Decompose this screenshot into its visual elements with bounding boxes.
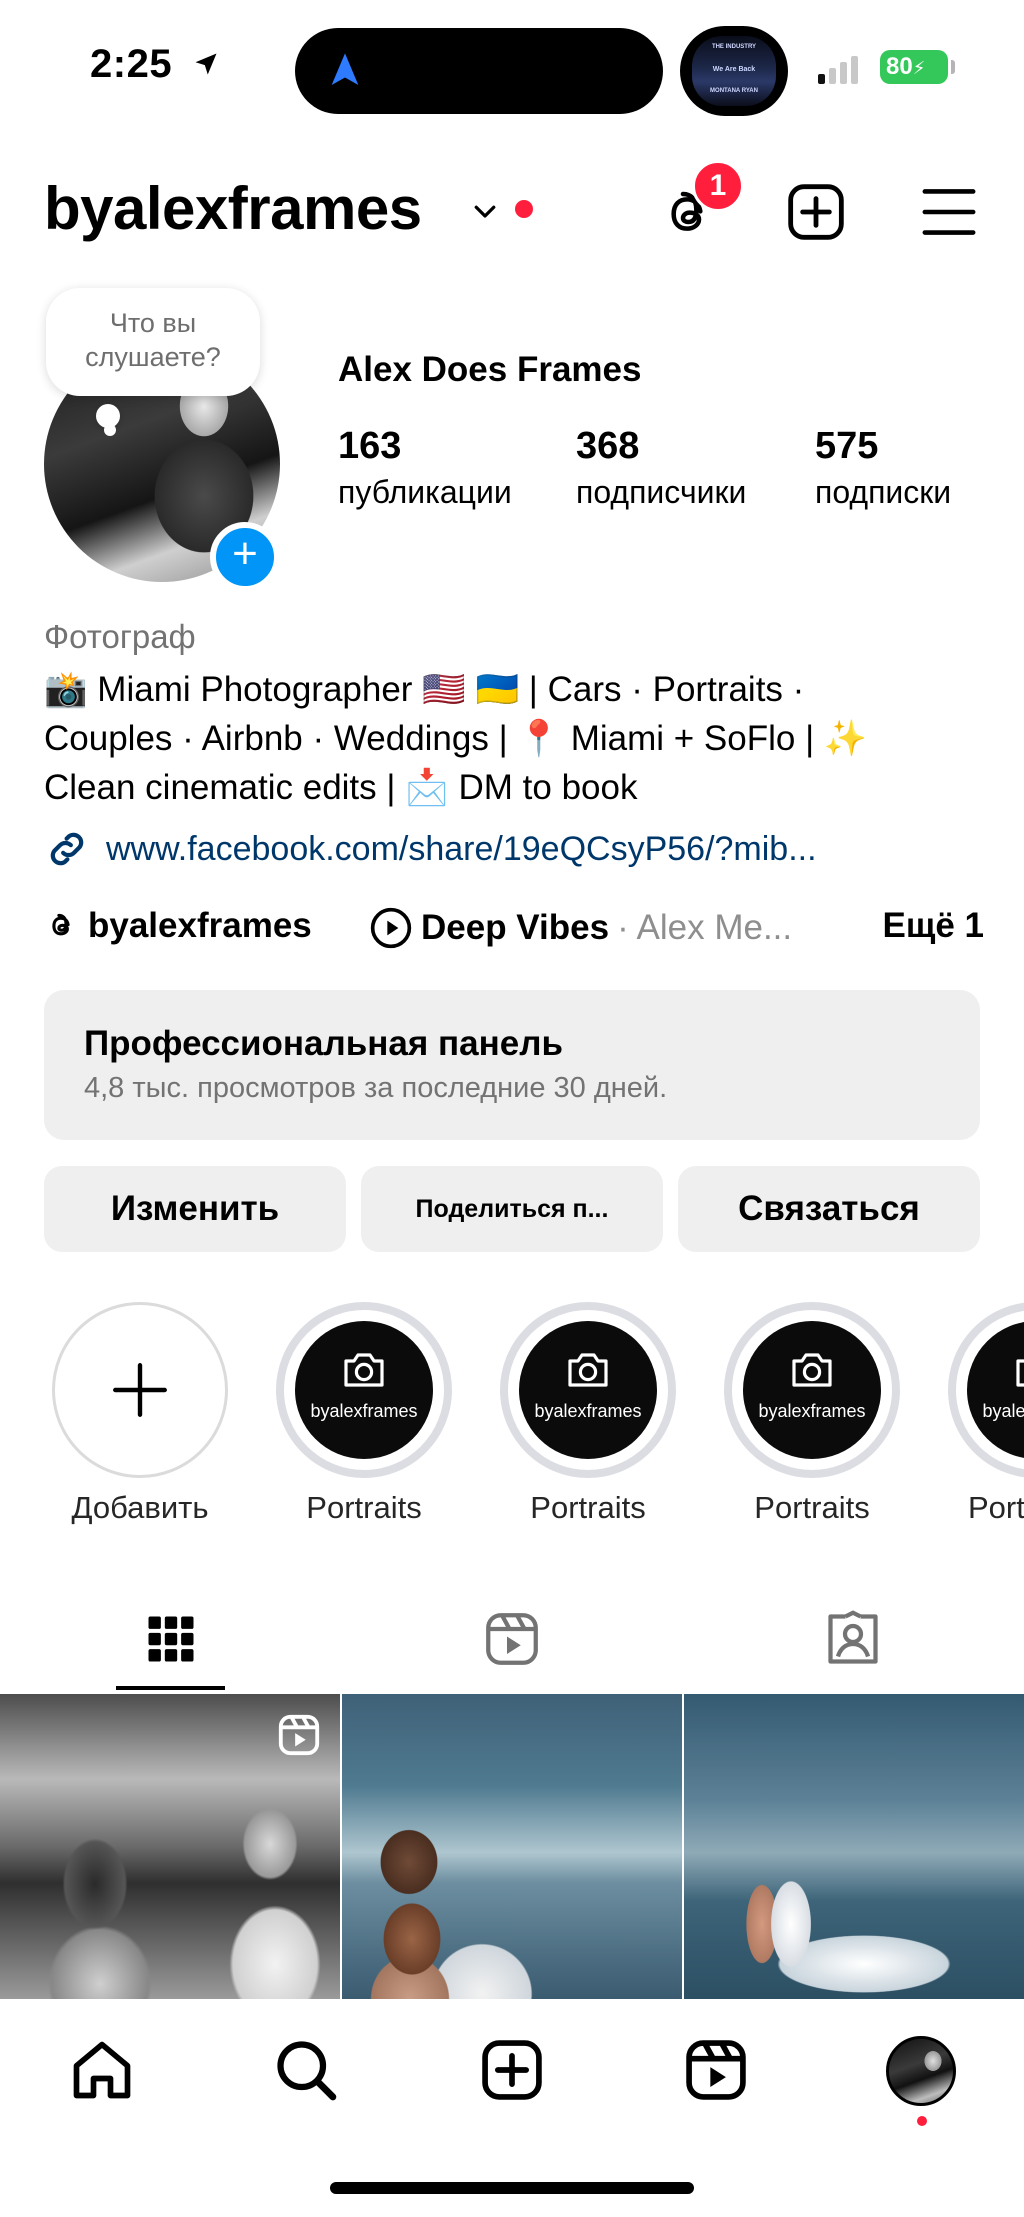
camera-icon xyxy=(568,1353,608,1387)
more-links-button[interactable]: Ещё 1 xyxy=(882,906,984,946)
threads-notification-badge: 1 xyxy=(692,160,744,212)
plus-icon xyxy=(113,1363,167,1417)
threads-icon xyxy=(52,913,70,936)
reels-icon[interactable] xyxy=(682,2036,750,2104)
post-thumbnail[interactable] xyxy=(684,1694,1024,1999)
status-bar: 2:25 THE INDUSTRY We Are Back MONTANA RY… xyxy=(0,0,1024,140)
dashboard-subtitle: 4,8 тыс. просмотров за последние 30 дней… xyxy=(84,1072,668,1104)
highlight-cover-text: byalexframes xyxy=(310,1401,418,1421)
search-icon[interactable] xyxy=(272,2036,340,2104)
camera-icon xyxy=(1016,1359,1024,1387)
profile-notification-dot xyxy=(917,2116,927,2126)
home-icon[interactable] xyxy=(68,2036,136,2104)
stat-followers[interactable]: 368 подписчики xyxy=(576,425,746,511)
link-text[interactable]: www.facebook.com/share/19eQCsyP56/?mib..… xyxy=(106,830,817,869)
account-username[interactable]: byalexframes xyxy=(44,174,422,243)
highlight-add-ring xyxy=(52,1302,228,1478)
share-profile-button[interactable]: Поделиться п... xyxy=(361,1166,663,1252)
camera-icon xyxy=(792,1353,832,1387)
chevron-down-icon[interactable] xyxy=(470,196,500,226)
reel-indicator-icon xyxy=(278,1714,320,1756)
stat-posts-label: публикации xyxy=(338,474,512,510)
bio-line: Clean cinematic edits | 📩 DM to book xyxy=(44,768,638,807)
posts-grid xyxy=(0,1694,1024,1999)
stat-following[interactable]: 575 подписки xyxy=(815,425,951,511)
threads-music-row: byalexframes Deep Vibes · Alex Me... Ещё… xyxy=(44,906,984,956)
highlight-label: Portraits xyxy=(530,1490,646,1525)
profile-avatar[interactable] xyxy=(886,2036,956,2106)
create-icon[interactable] xyxy=(478,2036,546,2104)
reels-icon xyxy=(485,1613,538,1665)
grid-icon xyxy=(148,1616,193,1662)
song-artist: · Alex Me... xyxy=(617,908,793,947)
cellular-signal-icon xyxy=(818,56,858,84)
profile-category: Фотограф xyxy=(44,618,196,655)
highlight-cover-text: byalexframes xyxy=(534,1401,642,1421)
battery-indicator: 80⚡ xyxy=(880,50,948,84)
now-playing-artwork[interactable]: THE INDUSTRY We Are Back MONTANA RYAN xyxy=(680,26,788,116)
display-name: Alex Does Frames xyxy=(338,350,642,389)
note-bubble[interactable]: Что вы слушаете? xyxy=(46,288,260,396)
navigation-arrow-icon xyxy=(331,53,359,85)
location-arrow-icon xyxy=(195,53,217,75)
tab-tagged[interactable] xyxy=(682,1584,1023,1694)
dashboard-title: Профессиональная панель xyxy=(84,1024,563,1063)
tab-grid[interactable] xyxy=(0,1584,341,1694)
highlight-add-label: Добавить xyxy=(71,1490,209,1525)
tagged-icon xyxy=(827,1610,878,1664)
stat-followers-label: подписчики xyxy=(576,474,747,510)
threads-profile-link[interactable]: byalexframes xyxy=(44,906,312,946)
threads-handle: byalexframes xyxy=(88,906,312,945)
camera-icon xyxy=(344,1353,384,1387)
professional-dashboard[interactable]: Профессиональная панель 4,8 тыс. просмот… xyxy=(44,990,980,1140)
battery-tip xyxy=(951,60,955,74)
note-bubble-tail-small xyxy=(104,424,116,436)
stat-followers-value: 368 xyxy=(576,425,640,467)
profile-bio: 📸 Miami Photographer 🇺🇸 🇺🇦 | Cars · Port… xyxy=(44,665,984,812)
link-icon xyxy=(50,832,84,866)
bio-line: 📸 Miami Photographer 🇺🇸 🇺🇦 | Cars · Port… xyxy=(44,670,805,709)
post-thumbnail[interactable] xyxy=(342,1694,682,1999)
dynamic-island[interactable] xyxy=(295,28,663,114)
account-notification-dot xyxy=(515,200,533,218)
status-time: 2:25 xyxy=(90,42,173,86)
highlight-cover-text: byalexframes xyxy=(758,1401,866,1421)
home-indicator[interactable] xyxy=(330,2182,694,2194)
highlight-label: Portraits xyxy=(754,1490,870,1525)
create-plus-icon[interactable] xyxy=(784,180,848,244)
highlight-label: Portr xyxy=(968,1490,1024,1525)
add-story-button[interactable]: + xyxy=(210,522,280,592)
profile-header: byalexframes 1 xyxy=(0,160,1024,250)
active-tab-indicator xyxy=(116,1686,225,1690)
edit-profile-button[interactable]: Изменить xyxy=(44,1166,346,1252)
bio-line: Couples · Airbnb · Weddings | 📍 Miami + … xyxy=(44,719,868,758)
highlight-label: Portraits xyxy=(306,1490,422,1525)
highlight-clip: byalexframes Portr xyxy=(948,1302,1024,1542)
play-circle-icon xyxy=(370,907,412,949)
profile-music[interactable]: Deep Vibes · Alex Me... xyxy=(369,906,792,950)
highlight-cover-text: byalexframes xyxy=(982,1401,1024,1421)
profile-link[interactable]: www.facebook.com/share/19eQCsyP56/?mib..… xyxy=(44,826,817,872)
menu-icon[interactable] xyxy=(920,184,978,240)
profile-tabs xyxy=(0,1584,1024,1694)
tab-reels[interactable] xyxy=(341,1584,682,1694)
stat-following-label: подписки xyxy=(815,474,952,510)
post-thumbnail[interactable] xyxy=(0,1694,340,1999)
stat-following-value: 575 xyxy=(815,425,879,467)
contact-button[interactable]: Связаться xyxy=(678,1166,980,1252)
song-title: Deep Vibes xyxy=(421,908,610,947)
stat-posts[interactable]: 163 публикации xyxy=(338,425,512,511)
stat-posts-value: 163 xyxy=(338,425,402,467)
